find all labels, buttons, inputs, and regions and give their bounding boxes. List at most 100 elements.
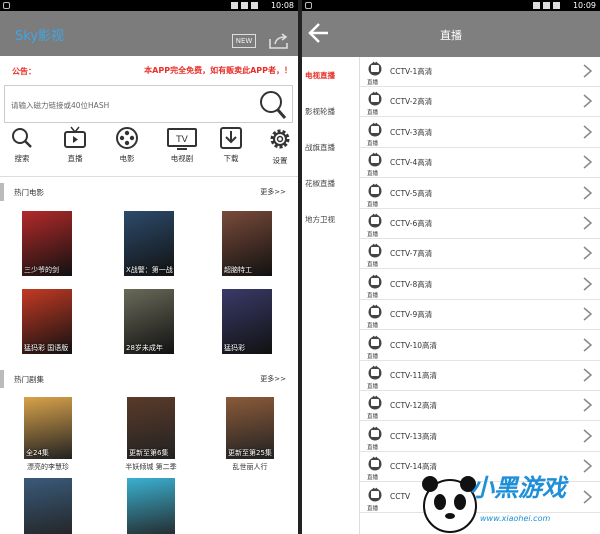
nav-settings[interactable]: 设置 (260, 126, 298, 166)
nav-download[interactable]: 下载 (211, 126, 251, 164)
status-icons (231, 2, 258, 9)
movie-poster[interactable]: 超脑特工 (222, 211, 272, 276)
tv-icon (368, 61, 382, 76)
live-tag: 直播 (367, 140, 379, 147)
section-title: 热门电影 (14, 188, 44, 197)
channel-name: CCTV-13高清 (390, 431, 437, 441)
channel-name: CCTV-6高清 (390, 219, 433, 228)
channel-row[interactable]: 直播 CCTV-2高清 (360, 87, 600, 118)
chevron-right-icon (583, 64, 592, 78)
tv-icon: TV (167, 128, 197, 150)
movie-poster[interactable]: 猛犸彩 国语版 (22, 289, 72, 354)
nav-label: 设置 (272, 156, 288, 165)
more-link[interactable]: 更多>> (260, 374, 286, 384)
category-item[interactable]: 花椒直播 (305, 178, 335, 189)
channel-name: CCTV-1高清 (390, 67, 433, 76)
search-icon[interactable] (258, 89, 288, 121)
tv-icon (368, 456, 382, 471)
show-item[interactable] (115, 478, 187, 534)
more-link[interactable]: 更多>> (260, 187, 286, 197)
live-tag: 直播 (367, 110, 379, 117)
show-item[interactable]: 更新至第25集 乱世丽人行 (214, 397, 286, 472)
section-marker (0, 183, 4, 201)
watermark-url: www.xiaohei.com (480, 514, 551, 523)
share-icon[interactable] (268, 33, 290, 49)
live-tag: 直播 (367, 201, 379, 208)
channel-row[interactable]: 直播 CCTV-1高清 (360, 57, 600, 87)
chevron-right-icon (583, 246, 592, 260)
status-bar: 10:09 (302, 0, 600, 11)
title-bar: 直播 (302, 11, 600, 57)
live-tag: 直播 (367, 414, 379, 421)
channel-row[interactable]: 直播 CCTV-7高清 (360, 239, 600, 270)
notification-icon (3, 2, 10, 9)
show-poster (127, 478, 175, 534)
search-input[interactable]: 请输入磁力链接或40位HASH (4, 85, 293, 123)
search-icon (12, 128, 32, 148)
movie-poster[interactable]: 28岁未成年 (124, 289, 174, 354)
channel-row[interactable]: 直播 CCTV-3高清 (360, 118, 600, 148)
notice-text: 本APP完全免费，如有贩卖此APP者，！ (144, 66, 292, 75)
channel-row[interactable]: 直播 CCTV-9高清 (360, 300, 600, 331)
movie-poster[interactable]: X战警：第一战 (124, 211, 174, 276)
tv-icon (368, 487, 382, 502)
movie-poster[interactable]: 猛犸彩 (222, 289, 272, 354)
chevron-right-icon (583, 94, 592, 108)
channel-row[interactable]: 直播 CCTV-10高清 (360, 331, 600, 361)
chevron-right-icon (583, 398, 592, 412)
nav-label: 搜索 (14, 154, 30, 163)
home-screen: 10:08 Sky影视 NEW 公告： 本APP完全免费，如有贩卖此APP者，！… (0, 0, 298, 534)
poster-caption: 超脑特工 (224, 266, 252, 274)
show-item[interactable]: 全24集 漂亮的李慧珍 (12, 397, 84, 472)
new-icon[interactable]: NEW (232, 34, 256, 48)
channel-name: CCTV (390, 491, 411, 501)
svg-text:TV: TV (175, 135, 188, 145)
download-icon (220, 127, 242, 149)
tv-icon (368, 92, 382, 106)
channel-name: CCTV-5高清 (390, 188, 433, 198)
category-item[interactable]: 战旗直播 (305, 142, 335, 153)
channel-row[interactable]: 直播 CCTV-6高清 (360, 209, 600, 239)
tv-icon (368, 244, 382, 258)
nav-label: 直播 (67, 154, 83, 163)
channel-name: CCTV-4高清 (390, 158, 433, 168)
poster-caption: 三少爷的剑 (24, 266, 59, 274)
gear-icon (270, 129, 290, 149)
channel-row[interactable]: 直播 CCTV-11高清 (360, 361, 600, 391)
film-reel-icon (116, 127, 138, 149)
live-tag: 直播 (367, 232, 379, 238)
chevron-right-icon (583, 429, 592, 443)
show-item[interactable] (12, 478, 84, 534)
channel-row[interactable]: 直播 CCTV-13高清 (360, 422, 600, 452)
channel-row[interactable]: 直播 CCTV-4高清 (360, 148, 600, 179)
show-title: 乱世丽人行 (232, 463, 268, 471)
hot-movies-header: 热门电影 更多>> (0, 183, 298, 201)
live-tag: 直播 (367, 384, 379, 390)
nav-live[interactable]: 直播 (55, 126, 95, 164)
live-tag: 直播 (367, 80, 379, 86)
channel-row[interactable]: 直播 CCTV-5高清 (360, 179, 600, 209)
channel-row[interactable]: 直播 CCTV-12高清 (360, 391, 600, 422)
episode-badge: 更新至第25集 (228, 449, 272, 457)
tv-icon (368, 365, 382, 380)
nav-label: 下载 (223, 154, 239, 163)
category-item[interactable]: 电视直播 (305, 70, 335, 81)
channel-name: CCTV-8高清 (390, 279, 433, 289)
channel-row[interactable]: 直播 CCTV-8高清 (360, 270, 600, 300)
chevron-right-icon (583, 338, 592, 352)
nav-tvshow[interactable]: TV 电视剧 (162, 126, 202, 164)
category-item[interactable]: 影视轮播 (305, 106, 335, 117)
divider (0, 176, 298, 177)
movie-poster[interactable]: 三少爷的剑 (22, 211, 72, 276)
nav-movie[interactable]: 电影 (107, 126, 147, 164)
poster-caption: X战警：第一战 (126, 266, 173, 274)
channel-name: CCTV-10高清 (390, 340, 437, 350)
live-screen: 10:09 直播 电视直播影视轮播战旗直播花椒直播地方卫视 直播 CCTV-1高清… (302, 0, 600, 534)
tv-icon (368, 426, 382, 441)
category-item[interactable]: 地方卫视 (305, 214, 335, 225)
nav-search[interactable]: 搜索 (2, 126, 42, 164)
show-item[interactable]: 更新至第6集 半妖倾城 第二季 (115, 397, 187, 472)
channel-name: CCTV-7高清 (390, 249, 433, 259)
chevron-right-icon (583, 186, 592, 200)
watermark: 小黑游戏 www.xiaohei.com (420, 458, 600, 534)
